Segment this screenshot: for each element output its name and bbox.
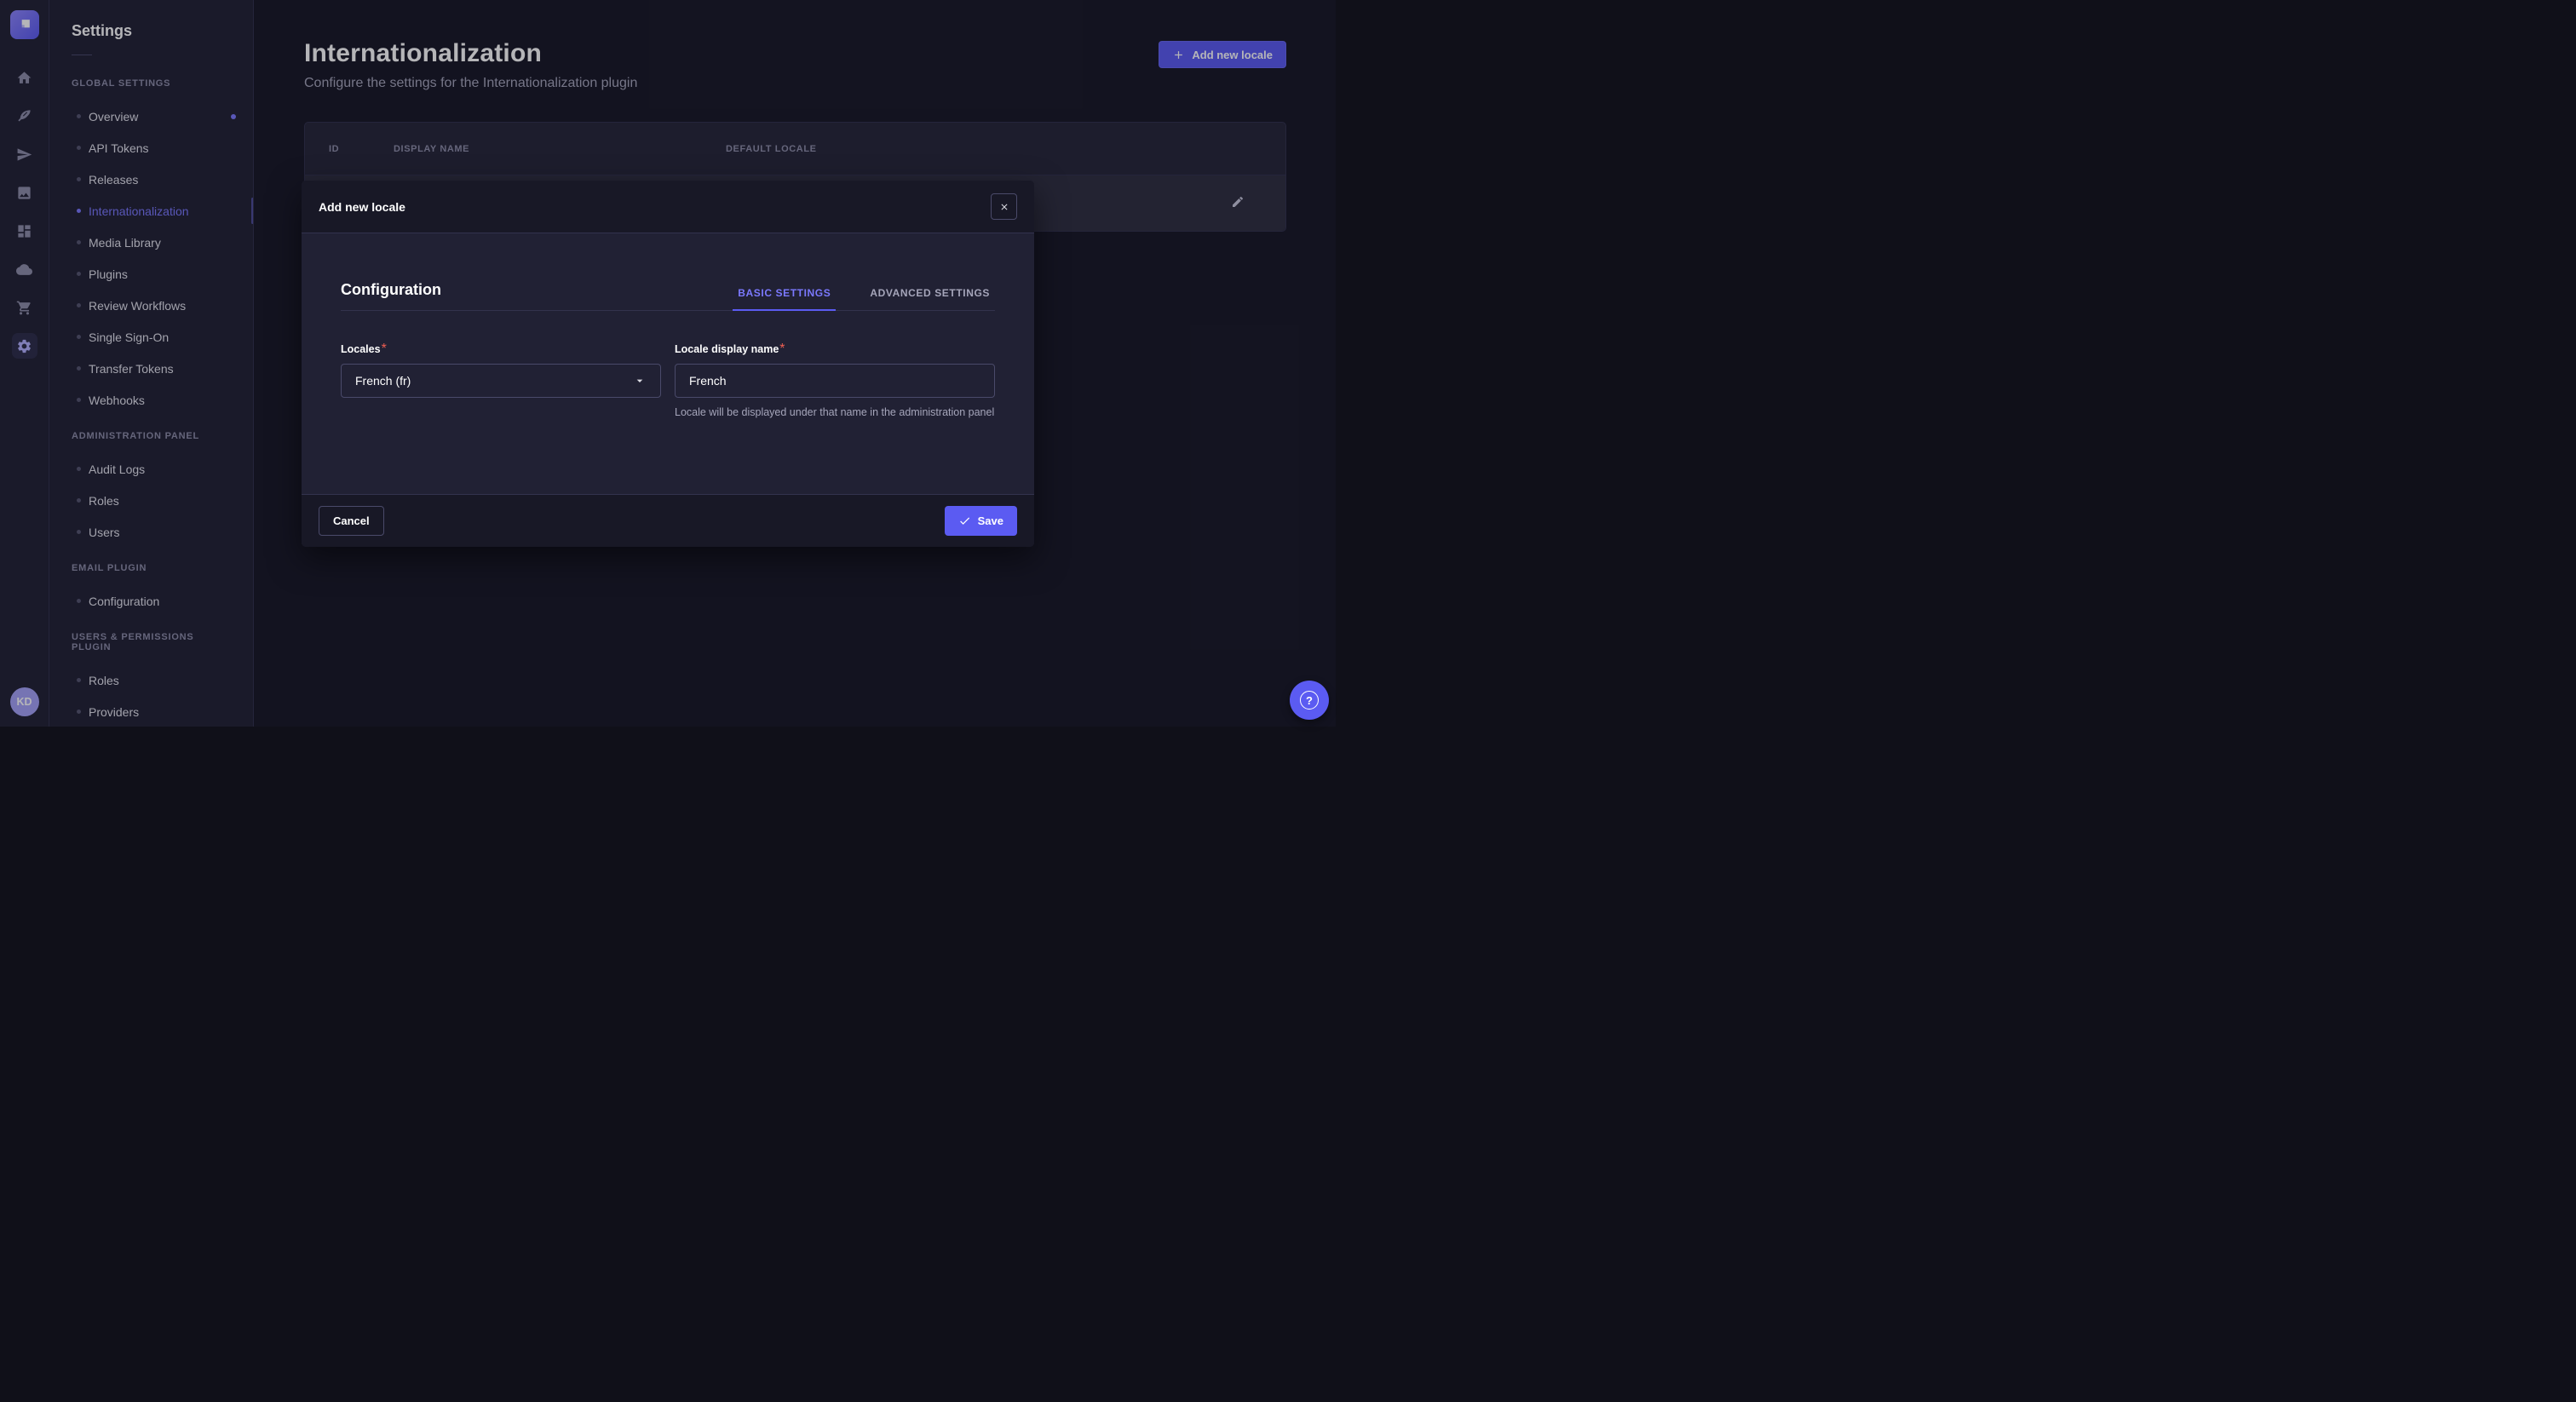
display-name-label: Locale display name — [675, 343, 779, 355]
tab-basic-settings[interactable]: BASIC SETTINGS — [733, 287, 836, 310]
required-asterisk: * — [382, 342, 387, 356]
required-asterisk: * — [779, 342, 785, 356]
display-name-field: Locale display name* Locale will be disp… — [675, 342, 995, 420]
locale-form: Locales* French (fr) Locale display name… — [341, 342, 995, 420]
save-button[interactable]: Save — [945, 506, 1017, 536]
chevron-down-icon — [633, 374, 647, 388]
configuration-title: Configuration — [341, 281, 441, 310]
modal-tabs: BASIC SETTINGS ADVANCED SETTINGS — [733, 287, 995, 310]
close-button[interactable] — [991, 193, 1017, 220]
modal-body: Configuration BASIC SETTINGS ADVANCED SE… — [302, 233, 1034, 494]
display-name-hint: Locale will be displayed under that name… — [675, 405, 995, 420]
save-button-label: Save — [978, 514, 1003, 527]
locales-field: Locales* French (fr) — [341, 342, 661, 420]
modal-title: Add new locale — [319, 200, 405, 214]
locales-select-value: French (fr) — [355, 374, 411, 388]
help-button[interactable]: ? — [1290, 681, 1329, 720]
tab-advanced-settings[interactable]: ADVANCED SETTINGS — [865, 287, 995, 310]
add-locale-modal: Add new locale Configuration BASIC SETTI… — [302, 181, 1034, 547]
cancel-button[interactable]: Cancel — [319, 506, 384, 536]
locales-select[interactable]: French (fr) — [341, 364, 661, 398]
configuration-header-row: Configuration BASIC SETTINGS ADVANCED SE… — [341, 281, 995, 311]
check-icon — [958, 514, 971, 527]
close-icon — [999, 202, 1009, 212]
locales-label: Locales — [341, 343, 381, 355]
question-mark-icon: ? — [1300, 691, 1319, 710]
modal-footer: Cancel Save — [302, 494, 1034, 547]
locale-display-name-input[interactable] — [675, 364, 995, 398]
modal-header: Add new locale — [302, 181, 1034, 233]
